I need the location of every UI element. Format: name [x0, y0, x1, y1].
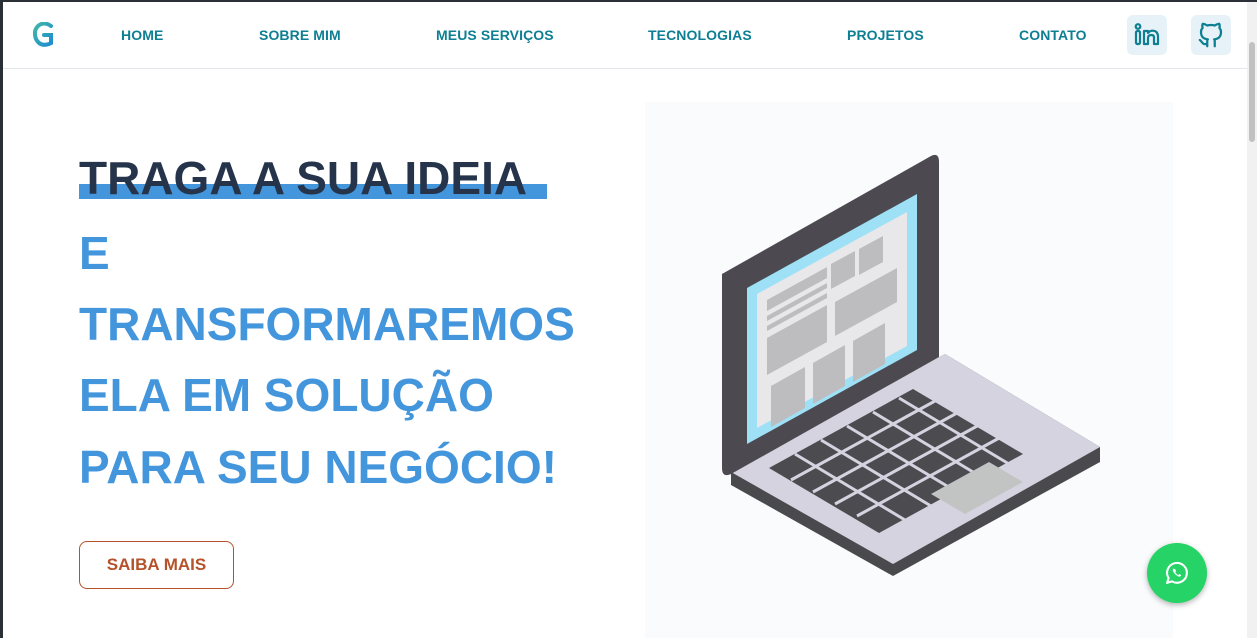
headline-line-4: PARA SEU NEGÓCIO!	[79, 441, 557, 493]
headline-line-1: E	[79, 227, 110, 279]
whatsapp-icon	[1166, 561, 1188, 584]
nav-item-home[interactable]: HOME	[121, 27, 163, 43]
headline-line-2: TRANSFORMAREMOS	[79, 298, 575, 350]
github-button[interactable]	[1191, 15, 1231, 55]
linkedin-button[interactable]	[1127, 15, 1167, 55]
saiba-mais-button[interactable]: SAIBA MAIS	[79, 541, 234, 589]
vertical-scrollbar[interactable]	[1247, 2, 1257, 638]
nav-item-tecnologias[interactable]: TECNOLOGIAS	[648, 27, 752, 43]
nav-item-contato[interactable]: CONTATO	[1019, 27, 1087, 43]
nav-item-meus-servicos[interactable]: MEUS SERVIÇOS	[436, 27, 554, 43]
scrollbar-thumb[interactable]	[1249, 42, 1255, 142]
nav-item-projetos[interactable]: PROJETOS	[847, 27, 924, 43]
github-icon	[1198, 22, 1223, 48]
headline-line-3: ELA EM SOLUÇÃO	[79, 369, 494, 421]
headline-highlight: TRAGA A SUA IDEIA	[79, 155, 527, 201]
brand-logo-icon[interactable]	[33, 22, 55, 48]
linkedin-icon	[1134, 23, 1160, 46]
whatsapp-button[interactable]	[1147, 543, 1207, 603]
nav-item-sobre-mim[interactable]: SOBRE MIM	[259, 27, 341, 43]
site-header: HOME SOBRE MIM MEUS SERVIÇOS TECNOLOGIAS…	[3, 2, 1247, 69]
headline-highlight-text: TRAGA A SUA IDEIA	[79, 152, 528, 204]
page-viewport: HOME SOBRE MIM MEUS SERVIÇOS TECNOLOGIAS…	[3, 2, 1247, 638]
laptop-illustration	[645, 102, 1173, 638]
